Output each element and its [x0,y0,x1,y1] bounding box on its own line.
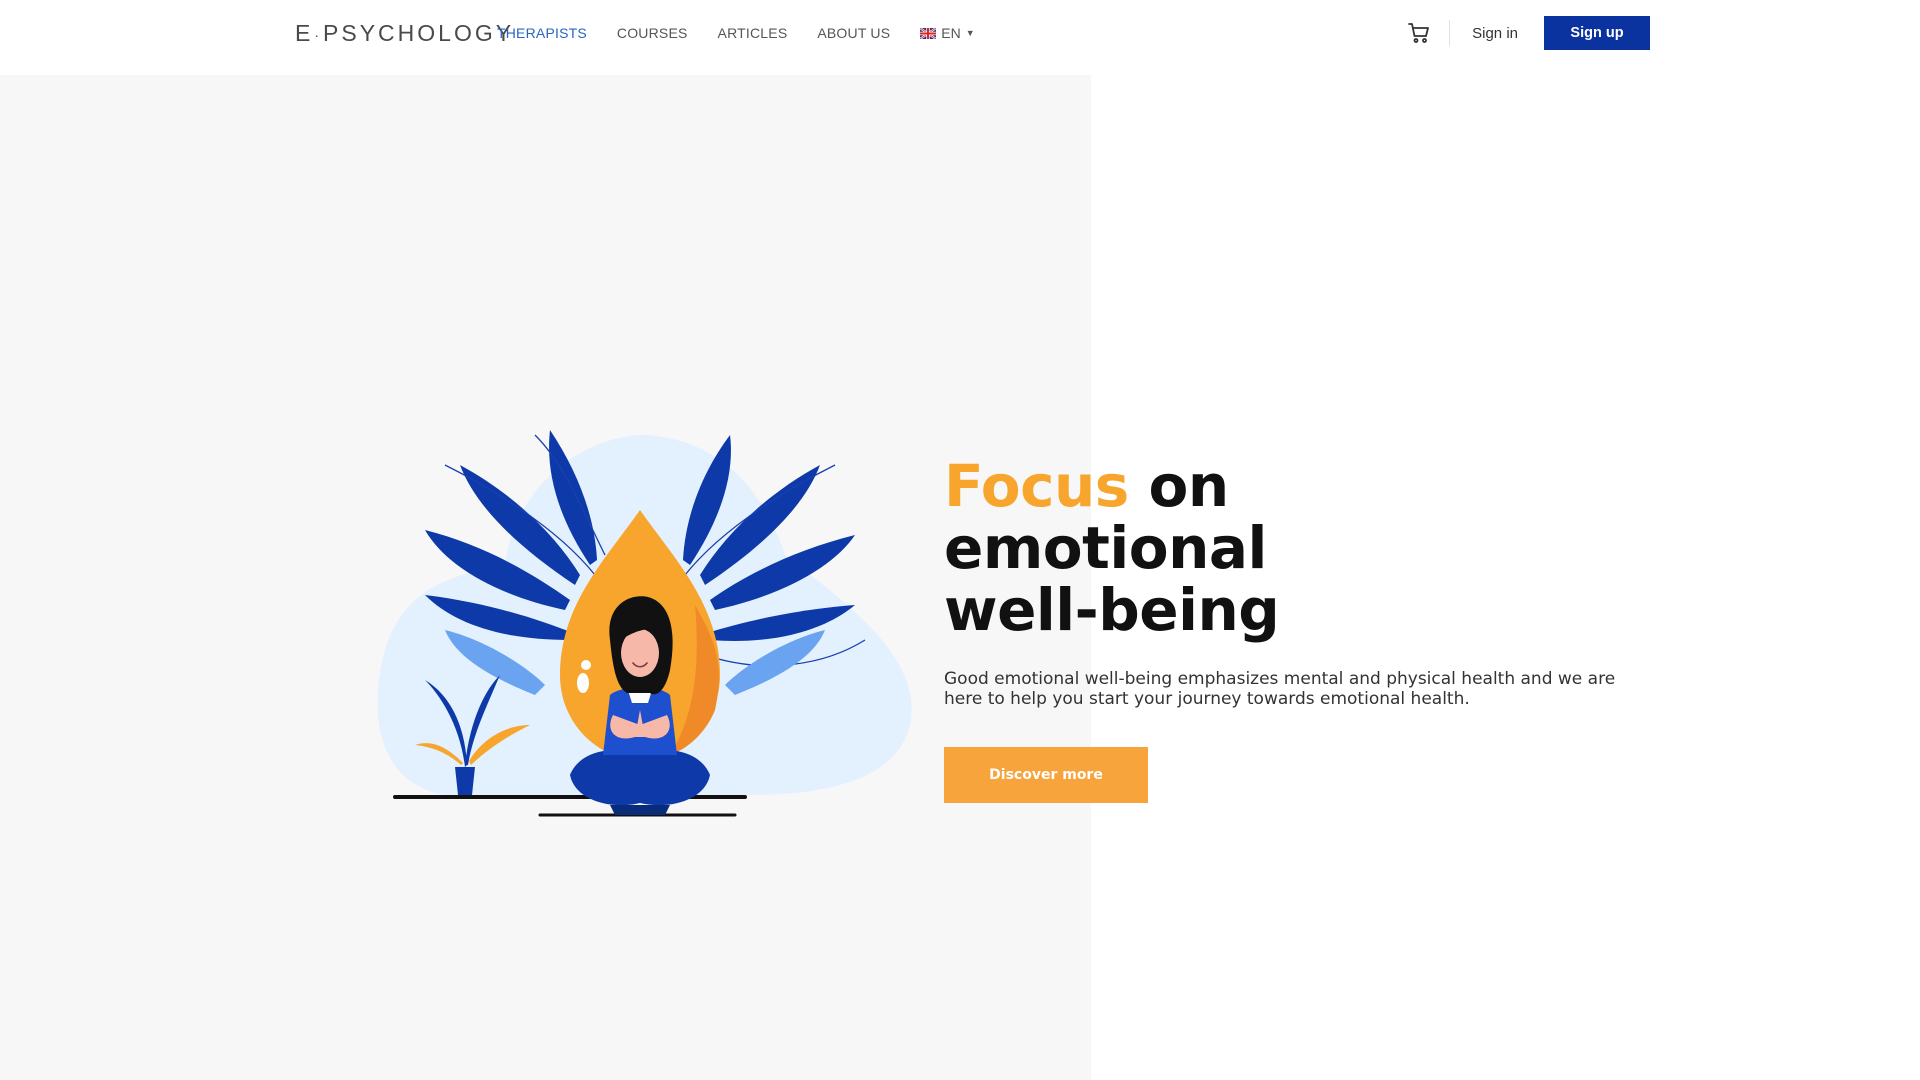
meditating-woman-illustration [377,430,912,817]
header-divider [1449,20,1451,46]
nav-therapists[interactable]: THERAPISTS [497,25,587,41]
sign-in-link[interactable]: Sign in [1472,25,1518,42]
hero-description: Good emotional well-being emphasizes men… [944,669,1616,709]
discover-more-button[interactable]: Discover more [944,747,1148,803]
hero-title-part-1: on [1128,452,1230,520]
chevron-down-icon: ▼ [965,28,975,38]
header-actions: Sign in Sign up [1407,16,1650,50]
nav-about-us[interactable]: ABOUT US [817,25,890,41]
hero-title-line-2: emotional [944,514,1267,582]
hero-title-line-3: well-being [944,576,1280,644]
logo-text: PSYCHOLOGY [323,20,515,46]
logo-prefix: E [295,20,314,46]
main-nav: THERAPISTS COURSES ARTICLES ABOUT US EN … [497,25,975,41]
uk-flag-icon [920,27,937,39]
language-code: EN [941,25,961,41]
nav-courses[interactable]: COURSES [617,25,688,41]
site-header: E·PSYCHOLOGY THERAPISTS COURSES ARTICLES… [0,0,1920,75]
hero-content: Focus on emotional well-being Good emoti… [944,455,1624,803]
hero-title: Focus on emotional well-being [944,455,1624,641]
language-selector[interactable]: EN ▼ [920,25,975,41]
hero-title-accent: Focus [944,452,1129,520]
sign-up-button[interactable]: Sign up [1544,16,1650,50]
nav-articles[interactable]: ARTICLES [718,25,788,41]
logo-dot: · [314,26,323,43]
cart-icon[interactable] [1407,21,1431,45]
site-logo[interactable]: E·PSYCHOLOGY [295,20,514,47]
